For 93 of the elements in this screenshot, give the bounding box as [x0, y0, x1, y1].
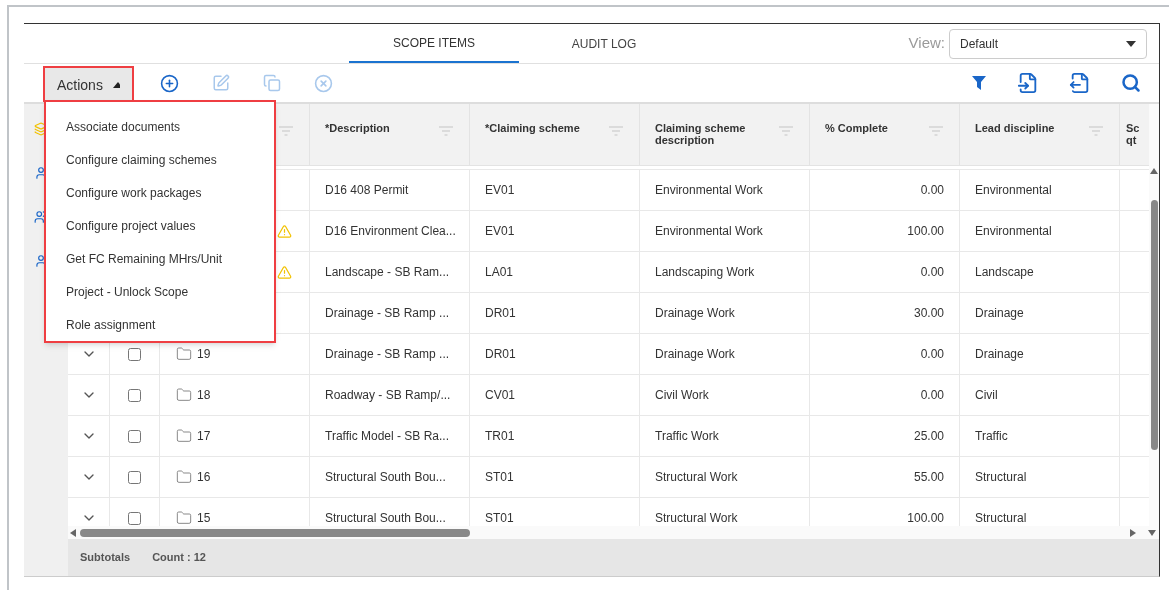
row-checkbox[interactable] [128, 429, 141, 443]
table-cell-text: Structural [975, 510, 1027, 526]
table-cell-text: 0.00 [920, 264, 944, 281]
table-cell-text: 30.00 [913, 305, 944, 322]
menu-item[interactable]: Project - Unlock Scope [66, 275, 189, 308]
row-checkbox[interactable] [128, 511, 141, 525]
row-checkbox[interactable] [128, 347, 141, 361]
table-cell-text: Environmental [975, 182, 1052, 199]
table-cell-text: Structural Work [655, 510, 738, 526]
column-header[interactable]: Lead discipline [975, 122, 1089, 134]
table-cell-text: Drainage - SB Ramp ... [325, 305, 450, 322]
import-icon[interactable] [1017, 72, 1039, 94]
table-cell-text: 55.00 [913, 469, 944, 486]
table-cell-text: Drainage Work [655, 305, 735, 322]
table-cell-text: Drainage Work [655, 346, 735, 363]
table-cell-text: Drainage [975, 346, 1024, 363]
table-cell-text: TR01 [485, 428, 515, 445]
caret-icon [1126, 40, 1136, 47]
table-cell-text: DR01 [485, 346, 516, 363]
column-header[interactable]: *Claiming scheme [485, 122, 609, 134]
table-cell-text: Structural Work [655, 469, 738, 486]
table-cell-text: Traffic [975, 428, 1008, 445]
table-cell-text: Structural [975, 469, 1027, 486]
table-cell-text: 25.00 [913, 428, 944, 445]
table-cell-text: DR01 [485, 305, 516, 322]
table-cell-text: D16 408 Permit [325, 182, 409, 199]
add-icon[interactable] [160, 73, 179, 93]
table-cell-text: Landscape [975, 264, 1034, 281]
table-cell-text: Traffic Work [655, 428, 719, 445]
view-dropdown[interactable]: Default [949, 28, 1147, 59]
table-cell-text: 0.00 [920, 182, 944, 199]
table-cell-text: Environmental Work [655, 182, 763, 199]
menu-item[interactable]: Configure project values [66, 209, 196, 242]
table-cell-text: Civil [975, 387, 998, 404]
tab[interactable]: AUDIT LOG [519, 24, 689, 63]
table-cell-text: 16 [197, 469, 211, 486]
scroll-left-arrow-icon[interactable] [70, 528, 76, 537]
menu-item[interactable]: Get FC Remaining MHrs/Unit [66, 242, 223, 275]
filter-icon[interactable] [971, 75, 987, 91]
table-cell-text: 100.00 [907, 510, 944, 526]
folder-icon [176, 469, 192, 485]
table-cell-text: Environmental Work [655, 223, 763, 240]
folder-icon [176, 428, 192, 444]
menu-item[interactable]: Role assignment [66, 308, 156, 341]
table-cell-text: ST01 [485, 510, 514, 526]
search-icon[interactable] [1121, 73, 1141, 93]
actions-button[interactable]: Actions [43, 66, 134, 102]
table-cell-text: Roadway - SB Ramp/... [325, 387, 451, 404]
folder-icon [176, 346, 192, 362]
table-cell-text: 0.00 [920, 346, 944, 363]
folder-icon [176, 387, 192, 403]
table-cell-text: 19 [197, 346, 211, 363]
row-checkbox[interactable] [128, 470, 141, 484]
table-cell-text: 17 [197, 428, 211, 445]
row-checkbox[interactable] [128, 388, 141, 402]
table-cell-text: 18 [197, 387, 211, 404]
table-cell-text: 100.00 [907, 223, 944, 240]
table-cell-text: Environmental [975, 223, 1052, 240]
column-header[interactable]: Sc qt [1126, 122, 1142, 146]
menu-item[interactable]: Associate documents [66, 110, 181, 143]
column-header[interactable]: % Complete [825, 122, 929, 134]
scroll-down-arrow-icon[interactable] [1148, 529, 1156, 536]
table-cell-text: Traffic Model - SB Ra... [325, 428, 450, 445]
table-cell-text: Structural South Bou... [325, 469, 446, 486]
table-cell-text: Landscape - SB Ram... [325, 264, 450, 281]
table-cell-text: EV01 [485, 182, 515, 199]
tab[interactable]: SCOPE ITEMS [349, 24, 519, 63]
table-cell-text: 15 [197, 510, 211, 526]
menu-item[interactable]: Configure work packages [66, 176, 202, 209]
count-label: Count : 12 [152, 550, 206, 566]
table-cell-text: ST01 [485, 469, 514, 486]
menu-item[interactable]: Configure claiming schemes [66, 143, 217, 176]
scroll-up-arrow-icon[interactable] [1150, 168, 1158, 174]
column-header[interactable]: *Description [325, 122, 439, 134]
view-label: View: [908, 33, 945, 54]
subtotals-label: Subtotals [80, 550, 131, 566]
folder-icon [176, 510, 192, 526]
table-cell-text: 0.00 [920, 387, 944, 404]
horizontal-scrollbar[interactable] [68, 526, 1159, 539]
table-cell-text: Civil Work [655, 387, 709, 404]
vertical-scrollbar[interactable] [1149, 104, 1159, 526]
table-cell-text: EV01 [485, 223, 515, 240]
table-cell-text: LA01 [485, 264, 514, 281]
column-header[interactable]: Claiming scheme description [655, 122, 779, 146]
table-cell-text: Drainage - SB Ramp ... [325, 346, 450, 363]
caret-icon [112, 82, 120, 88]
table-cell-text: CV01 [485, 387, 516, 404]
table-cell-text: D16 Environment Clea... [325, 223, 456, 240]
table-cell-text: Landscaping Work [655, 264, 755, 281]
table-cell-text: Structural South Bou... [325, 510, 446, 526]
table-cell-text: Drainage [975, 305, 1024, 322]
export-icon[interactable] [1069, 72, 1091, 94]
scroll-right-arrow-icon[interactable] [1130, 528, 1136, 537]
